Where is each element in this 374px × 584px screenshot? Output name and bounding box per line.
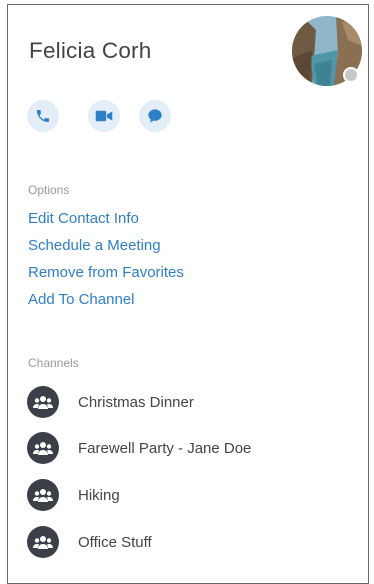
- video-call-button[interactable]: [88, 100, 120, 132]
- presence-status-dot: [343, 67, 359, 83]
- contact-panel: Felicia Corh Options Edit Contact Info S…: [7, 4, 369, 584]
- group-icon: [27, 526, 59, 558]
- call-button[interactable]: [27, 100, 59, 132]
- group-icon: [27, 386, 59, 418]
- add-to-channel-link[interactable]: Add To Channel: [28, 291, 134, 308]
- channel-item[interactable]: Christmas Dinner: [27, 386, 194, 418]
- video-camera-icon: [95, 110, 113, 122]
- schedule-meeting-link[interactable]: Schedule a Meeting: [28, 237, 161, 254]
- group-icon: [27, 432, 59, 464]
- channel-label: Hiking: [78, 486, 120, 504]
- contact-name: Felicia Corh: [29, 38, 152, 63]
- chat-button[interactable]: [139, 100, 171, 132]
- channel-label: Office Stuff: [78, 533, 152, 551]
- group-icon: [27, 479, 59, 511]
- channel-label: Christmas Dinner: [78, 393, 194, 411]
- edit-contact-info-link[interactable]: Edit Contact Info: [28, 210, 139, 227]
- channels-heading: Channels: [28, 356, 79, 370]
- chat-bubble-icon: [148, 109, 162, 123]
- remove-from-favorites-link[interactable]: Remove from Favorites: [28, 264, 184, 281]
- channel-item[interactable]: Hiking: [27, 479, 120, 511]
- channel-item[interactable]: Office Stuff: [27, 526, 152, 558]
- options-heading: Options: [28, 183, 70, 197]
- phone-icon: [37, 110, 49, 122]
- channel-label: Farewell Party - Jane Doe: [78, 439, 252, 457]
- channel-item[interactable]: Farewell Party - Jane Doe: [27, 432, 251, 464]
